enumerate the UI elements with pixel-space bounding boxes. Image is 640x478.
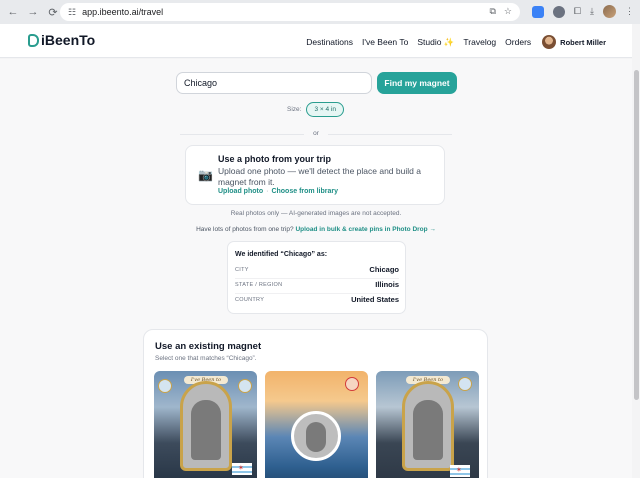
photo-frame [291, 411, 341, 461]
or-divider: or [180, 129, 452, 139]
silhouette-image [306, 422, 326, 452]
nav-ive-been-to[interactable]: I've Been To [362, 37, 408, 47]
forward-icon[interactable]: → [26, 5, 40, 19]
url-text: app.ibeento.ai/travel [82, 7, 164, 17]
bulk-upload-note: Have lots of photos from one trip? Uploa… [0, 226, 632, 233]
magnet-option[interactable] [265, 371, 368, 478]
seal-icon [345, 377, 359, 391]
row-key: CITY [235, 267, 249, 273]
profile-avatar-icon[interactable] [603, 5, 616, 18]
user-name[interactable]: Robert Miller [560, 38, 606, 47]
photo-card-title: Use a photo from your trip [218, 154, 332, 164]
site-settings-icon[interactable]: ☷ [68, 7, 76, 18]
existing-subtitle: Select one that matches “Chicago”. [155, 355, 257, 362]
magnet-option[interactable]: I've Been to [376, 371, 479, 478]
identified-row-city: CITY Chicago [235, 265, 399, 279]
bookmark-star-icon[interactable]: ☆ [504, 6, 512, 17]
chicago-flag-icon [450, 465, 470, 477]
photo-card-description: Upload one photo — we'll detect the plac… [218, 166, 421, 187]
bulk-upload-link[interactable]: Upload in bulk & create pins in Photo Dr… [295, 226, 435, 233]
silhouette-image [413, 400, 443, 460]
main-content: Find my magnet Size: 3 × 4 in or 📷 Use a… [0, 59, 632, 478]
logo-mark-icon [28, 33, 39, 47]
existing-title: Use an existing magnet [155, 341, 262, 352]
reload-icon[interactable]: ⟳ [46, 5, 60, 19]
browser-toolbar: ← → ⟳ ☷ app.ibeento.ai/travel ⧉ ☆ ⧠ ⤓ ⋮ [0, 0, 640, 24]
site-header: iBeenTo Destinations I've Been To Studio… [0, 24, 632, 58]
row-key: STATE / REGION [235, 282, 283, 288]
or-label: or [313, 130, 319, 137]
nav-studio[interactable]: Studio ✨ [417, 37, 454, 48]
row-divider [235, 278, 399, 279]
row-value: Illinois [375, 280, 399, 289]
logo[interactable]: iBeenTo [28, 32, 95, 48]
row-value: Chicago [369, 265, 399, 274]
magnet-option[interactable]: I've Been to [154, 371, 257, 478]
photo-card-links: Upload photo · Choose from library [218, 188, 338, 195]
identified-title: We identified “Chicago” as: [235, 251, 328, 258]
seal-icon [158, 379, 172, 393]
identified-location-card: We identified “Chicago” as: CITY Chicago… [227, 241, 406, 314]
camera-icon: 📷 [198, 168, 213, 182]
identified-row-state: STATE / REGION Illinois [235, 280, 399, 294]
nav-orders[interactable]: Orders [505, 37, 531, 47]
download-icon[interactable]: ⤓ [590, 6, 594, 17]
address-bar[interactable]: ☷ app.ibeento.ai/travel ⧉ ☆ [60, 3, 520, 21]
avatar[interactable] [542, 35, 557, 49]
photo-upload-card: 📷 Use a photo from your trip Upload one … [185, 145, 445, 205]
size-selector: Size: 3 × 4 in [287, 102, 344, 117]
browser-menu-icon[interactable]: ⋮ [625, 6, 634, 17]
seal-icon [458, 377, 472, 391]
size-pill[interactable]: 3 × 4 in [306, 102, 344, 117]
logo-text: iBeenTo [41, 32, 96, 48]
back-icon[interactable]: ← [6, 5, 20, 19]
photo-frame [180, 381, 232, 471]
row-value: United States [351, 295, 399, 304]
row-divider [235, 293, 399, 294]
city-search-input[interactable] [176, 72, 372, 94]
bulk-prefix: Have lots of photos from one trip? [196, 226, 294, 233]
nav-destinations[interactable]: Destinations [306, 37, 353, 47]
scrollbar-thumb[interactable] [634, 70, 639, 400]
upload-photo-link[interactable]: Upload photo [218, 188, 263, 195]
row-key: COUNTRY [235, 297, 265, 303]
chicago-flag-icon [232, 463, 252, 475]
identified-row-country: COUNTRY United States [235, 295, 399, 309]
install-app-icon[interactable]: ⧉ [489, 6, 495, 17]
find-magnet-button[interactable]: Find my magnet [377, 72, 457, 94]
size-label: Size: [287, 106, 302, 113]
existing-magnets-section: Use an existing magnet Select one that m… [143, 329, 488, 478]
nav-travelog[interactable]: Travelog [463, 37, 496, 47]
choose-library-link[interactable]: Choose from library [271, 188, 338, 195]
link-separator: · [266, 188, 269, 195]
seal-icon [238, 379, 252, 393]
silhouette-image [191, 400, 221, 460]
extension-icon[interactable] [552, 5, 565, 18]
main-nav: Destinations I've Been To Studio ✨ Trave… [306, 35, 606, 49]
real-photos-note: Real photos only — AI-generated images a… [230, 210, 402, 217]
photo-frame [402, 381, 454, 471]
extensions-puzzle-icon[interactable]: ⧠ [574, 6, 581, 17]
extension-icon[interactable] [531, 5, 544, 18]
